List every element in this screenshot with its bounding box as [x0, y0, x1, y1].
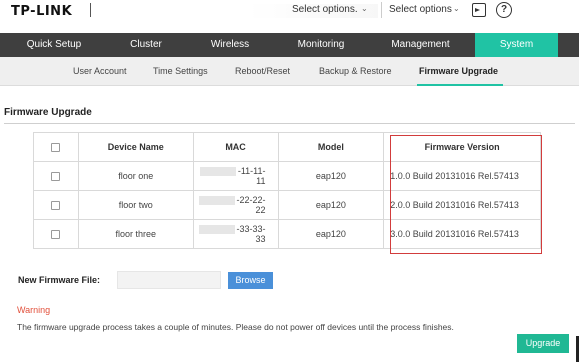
- checkbox-icon[interactable]: [51, 172, 61, 182]
- model: eap120: [277, 161, 385, 191]
- tab-monitoring[interactable]: Monitoring: [276, 33, 366, 57]
- mac-address: -22-22-22: [236, 194, 266, 216]
- header-divider: [381, 2, 382, 18]
- select-options-dropdown-1[interactable]: Select options. ⌄: [248, 4, 378, 18]
- subtab-firmware-upgrade[interactable]: Firmware Upgrade: [419, 57, 498, 86]
- header-device-name: Device Name: [77, 132, 194, 162]
- active-subtab-indicator: [417, 84, 503, 86]
- subtab-reboot-reset[interactable]: Reboot/Reset: [235, 57, 290, 86]
- mac-address: -11-11-11: [237, 165, 266, 187]
- header-mac: MAC: [192, 132, 279, 162]
- upgrade-button[interactable]: Upgrade: [517, 334, 569, 353]
- mac-cell: -11-11-11: [192, 161, 279, 191]
- mac-cell: -33-33-33: [192, 219, 279, 249]
- redacted-mac-prefix: [198, 225, 235, 235]
- checkbox-icon[interactable]: [51, 143, 61, 153]
- device-name: floor two: [77, 190, 194, 220]
- mac-cell: -22-22-22: [192, 190, 279, 220]
- tab-wireless[interactable]: Wireless: [184, 33, 276, 57]
- main-nav: Quick Setup Cluster Wireless Monitoring …: [0, 33, 579, 57]
- header-model: Model: [277, 132, 385, 162]
- tab-quick-setup[interactable]: Quick Setup: [0, 33, 108, 57]
- browse-button[interactable]: Browse: [228, 272, 273, 289]
- firmware-file-input[interactable]: [117, 271, 221, 289]
- subtab-backup-restore[interactable]: Backup & Restore: [319, 57, 392, 86]
- row-checkbox-cell[interactable]: [33, 190, 79, 220]
- top-header: TP-LINK Select options. ⌄ Select options…: [0, 0, 579, 33]
- select-options-dropdown-2[interactable]: Select options ⌄: [383, 4, 463, 18]
- tab-system[interactable]: System: [475, 33, 558, 57]
- warning-title: Warning: [17, 305, 51, 315]
- firmware-version: 3.0.0 Build 20131016 Rel.57413: [383, 219, 541, 249]
- firmware-version: 1.0.0 Build 20131016 Rel.57413: [383, 161, 541, 191]
- chevron-down-icon: ⌄: [453, 4, 460, 13]
- select-options-label-1: Select options.: [292, 4, 358, 15]
- section-divider: [4, 123, 575, 124]
- warning-text: The firmware upgrade process takes a cou…: [17, 322, 454, 332]
- logout-icon[interactable]: [472, 3, 486, 17]
- device-name: floor three: [77, 219, 194, 249]
- table-row[interactable]: floor one -11-11-11 eap120 1.0.0 Build 2…: [33, 161, 541, 191]
- subtab-time-settings[interactable]: Time Settings: [153, 57, 208, 86]
- redacted-mac-prefix: [198, 196, 235, 206]
- section-title: Firmware Upgrade: [4, 107, 92, 118]
- select-options-label-2: Select options: [389, 4, 452, 15]
- model: eap120: [277, 190, 385, 220]
- table-row[interactable]: floor three -33-33-33 eap120 3.0.0 Build…: [33, 219, 541, 249]
- help-icon[interactable]: ?: [496, 2, 512, 18]
- tab-cluster[interactable]: Cluster: [108, 33, 184, 57]
- chevron-down-icon: ⌄: [361, 4, 368, 13]
- sub-nav: User Account Time Settings Reboot/Reset …: [0, 57, 579, 86]
- mac-address: -33-33-33: [236, 223, 266, 245]
- header-select-all[interactable]: [33, 132, 79, 162]
- redacted-mac-prefix: [199, 167, 236, 177]
- device-table: Device Name MAC Model Firmware Version f…: [33, 132, 541, 249]
- header-firmware-version: Firmware Version: [383, 132, 541, 162]
- brand-logo: TP-LINK: [11, 4, 73, 19]
- new-firmware-file-label: New Firmware File:: [18, 275, 101, 285]
- table-row[interactable]: floor two -22-22-22 eap120 2.0.0 Build 2…: [33, 190, 541, 220]
- subtab-user-account[interactable]: User Account: [73, 57, 127, 86]
- model: eap120: [277, 219, 385, 249]
- firmware-version: 2.0.0 Build 20131016 Rel.57413: [383, 190, 541, 220]
- checkbox-icon[interactable]: [51, 230, 61, 240]
- row-checkbox-cell[interactable]: [33, 219, 79, 249]
- logo-divider: [90, 3, 91, 17]
- tab-management[interactable]: Management: [366, 33, 475, 57]
- device-name: floor one: [77, 161, 194, 191]
- row-checkbox-cell[interactable]: [33, 161, 79, 191]
- table-header-row: Device Name MAC Model Firmware Version: [33, 132, 541, 162]
- checkbox-icon[interactable]: [51, 201, 61, 211]
